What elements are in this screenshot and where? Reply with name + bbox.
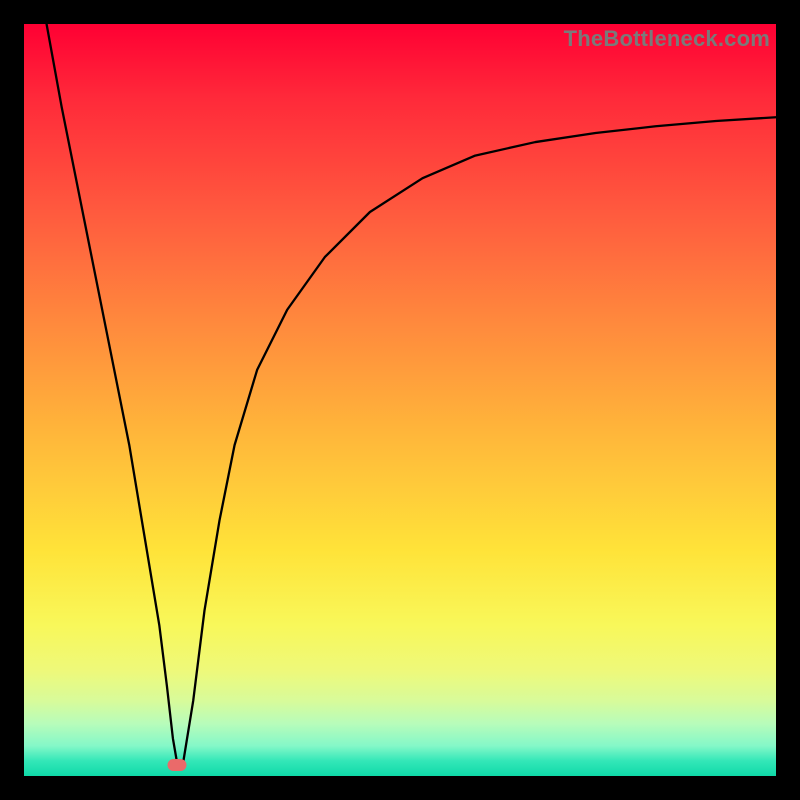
plot-area: TheBottleneck.com [24,24,776,776]
watermark-text: TheBottleneck.com [564,26,770,52]
bottleneck-curve [24,24,776,776]
optimal-point-marker [168,759,187,771]
chart-frame: TheBottleneck.com [0,0,800,800]
